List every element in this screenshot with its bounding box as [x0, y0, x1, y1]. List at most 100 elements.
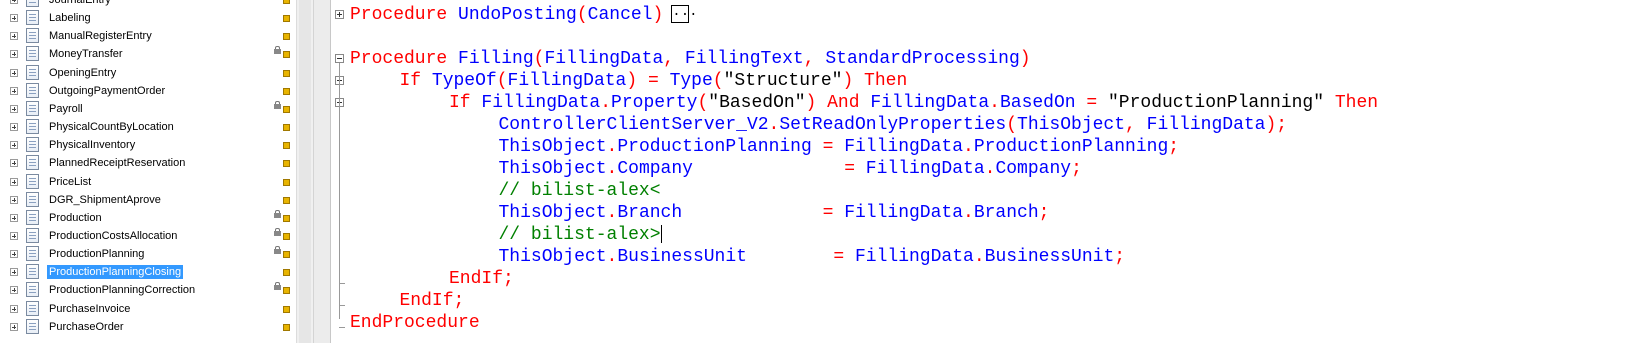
tree-item[interactable]: PhysicalInventory — [0, 136, 296, 155]
document-icon — [26, 10, 39, 26]
code-token: Property — [611, 93, 698, 113]
expand-icon[interactable] — [10, 104, 18, 113]
tree-item[interactable]: ManualRegisterEntry — [0, 27, 296, 46]
tree-item-label: JournalEntry — [49, 0, 111, 6]
code-line[interactable]: EndIf; — [400, 290, 465, 312]
code-token: BusinessUnit — [984, 247, 1115, 267]
document-icon — [26, 318, 39, 334]
code-token: ) — [652, 5, 664, 25]
expand-icon[interactable] — [10, 304, 18, 313]
tree-item-label: ManualRegisterEntry — [49, 30, 152, 43]
code-line[interactable]: ThisObject.ProductionPlanning = FillingD… — [499, 136, 1180, 158]
code-line[interactable]: Procedure UndoPosting(Cancel)... — [350, 4, 698, 26]
tree-item[interactable]: Labeling — [0, 9, 296, 28]
code-line[interactable]: If FillingData.Property("BasedOn") And F… — [449, 92, 1378, 114]
code-token: Cancel — [587, 5, 653, 25]
document-icon — [26, 119, 39, 135]
collapsed-block-button[interactable]: ... — [671, 5, 698, 24]
code-line[interactable]: ThisObject.BusinessUnit = FillingData.Bu… — [499, 246, 1126, 268]
expand-icon[interactable] — [10, 141, 18, 150]
expand-icon[interactable] — [10, 86, 18, 95]
expand-icon[interactable] — [10, 231, 18, 240]
code-token: And — [827, 93, 871, 113]
tree-item[interactable]: ProductionCostsAllocation — [0, 227, 296, 246]
tree-scrollbar-thumb[interactable] — [299, 0, 311, 343]
code-token: . — [989, 93, 1000, 113]
code-token: Procedure — [350, 49, 459, 69]
tree-item[interactable]: MoneyTransfer — [0, 45, 296, 64]
code-token: SetReadOnlyProperties — [779, 115, 1007, 135]
code-token: FillingData — [870, 93, 990, 113]
tree-item-label: OutgoingPaymentOrder — [49, 84, 166, 97]
panel-splitter[interactable] — [313, 0, 331, 343]
tree-item-label: ProductionPlanningClosing — [47, 265, 184, 280]
expand-icon[interactable] — [10, 195, 18, 204]
tree-item-label: Payroll — [49, 102, 83, 115]
tree-scrollbar[interactable] — [296, 0, 314, 343]
document-icon — [26, 300, 39, 316]
code-editor[interactable]: Procedure UndoPosting(Cancel)... Procedur… — [331, 0, 1642, 343]
expand-icon[interactable] — [10, 123, 18, 132]
code-line[interactable]: EndProcedure — [350, 312, 480, 334]
tree-item[interactable]: PhysicalCountByLocation — [0, 118, 296, 137]
expand-icon[interactable] — [10, 0, 18, 4]
document-icon — [26, 227, 39, 243]
metadata-tree[interactable]: JournalEntry Labeling ManualRegisterEntry M… — [0, 0, 296, 343]
fold-expand-icon[interactable] — [335, 10, 344, 19]
code-token: = — [692, 159, 866, 179]
code-token: , — [1125, 115, 1147, 135]
tree-item-label: DGR_ShipmentAprove — [49, 193, 161, 206]
tree-item[interactable]: ProductionPlanningCorrection — [0, 281, 296, 300]
code-line[interactable]: ThisObject.Branch = FillingData.Branch; — [499, 202, 1050, 224]
code-token: ); — [1265, 115, 1288, 135]
code-line[interactable]: ControllerClientServer_V2.SetReadOnlyPro… — [499, 114, 1288, 136]
code-token: ; — [1038, 203, 1050, 223]
code-token: Company — [995, 159, 1072, 179]
code-token: Branch — [617, 203, 683, 223]
code-token: ; — [1114, 247, 1126, 267]
expand-icon[interactable] — [10, 68, 18, 77]
document-icon — [26, 173, 39, 189]
code-token: = — [1075, 93, 1108, 113]
locked-object-icon — [274, 227, 290, 241]
code-token: Type — [669, 71, 713, 91]
tree-item[interactable]: OpeningEntry — [0, 64, 296, 83]
code-token: ( — [1006, 115, 1018, 135]
code-token: ControllerClientServer_V2 — [498, 115, 769, 135]
code-line[interactable]: If TypeOf(FillingData) = Type("Structure… — [400, 70, 908, 92]
expand-icon[interactable] — [10, 213, 18, 222]
expand-icon[interactable] — [10, 322, 18, 331]
tree-item[interactable]: DGR_ShipmentAprove — [0, 191, 296, 210]
code-token: . — [606, 137, 618, 157]
expand-icon[interactable] — [10, 286, 18, 295]
code-line[interactable]: // bilist-alex< — [499, 180, 661, 202]
tree-item[interactable]: OutgoingPaymentOrder — [0, 82, 296, 101]
tree-item[interactable]: PurchaseOrder — [0, 318, 296, 337]
tree-item[interactable]: ProductionPlanning — [0, 245, 296, 264]
code-line[interactable]: ThisObject.Company = FillingData.Company… — [499, 158, 1082, 180]
tree-item[interactable]: Payroll — [0, 100, 296, 119]
object-icon — [280, 195, 290, 205]
code-token: FillingData — [844, 137, 964, 157]
code-token: . — [768, 115, 780, 135]
expand-icon[interactable] — [10, 177, 18, 186]
expand-icon[interactable] — [10, 159, 18, 168]
expand-icon[interactable] — [10, 32, 18, 41]
tree-item[interactable]: Production — [0, 209, 296, 228]
fold-collapse-icon[interactable] — [335, 54, 344, 63]
code-line[interactable]: Procedure Filling(FillingData, FillingTe… — [350, 48, 1031, 70]
code-token: FillingData — [481, 93, 601, 113]
code-line[interactable]: // bilist-alex> — [499, 224, 662, 246]
expand-icon[interactable] — [10, 250, 18, 259]
expand-icon[interactable] — [10, 268, 18, 277]
tree-item[interactable]: ProductionPlanningClosing — [0, 263, 296, 282]
expand-icon[interactable] — [10, 14, 18, 23]
tree-item[interactable]: PlannedReceiptReservation — [0, 154, 296, 173]
code-line[interactable]: EndIf; — [449, 268, 514, 290]
code-token: Branch — [973, 203, 1039, 223]
expand-icon[interactable] — [10, 50, 18, 59]
tree-item[interactable]: PurchaseInvoice — [0, 300, 296, 319]
code-token: Filling — [458, 49, 534, 69]
text-caret — [660, 225, 662, 244]
tree-item[interactable]: PriceList — [0, 173, 296, 192]
